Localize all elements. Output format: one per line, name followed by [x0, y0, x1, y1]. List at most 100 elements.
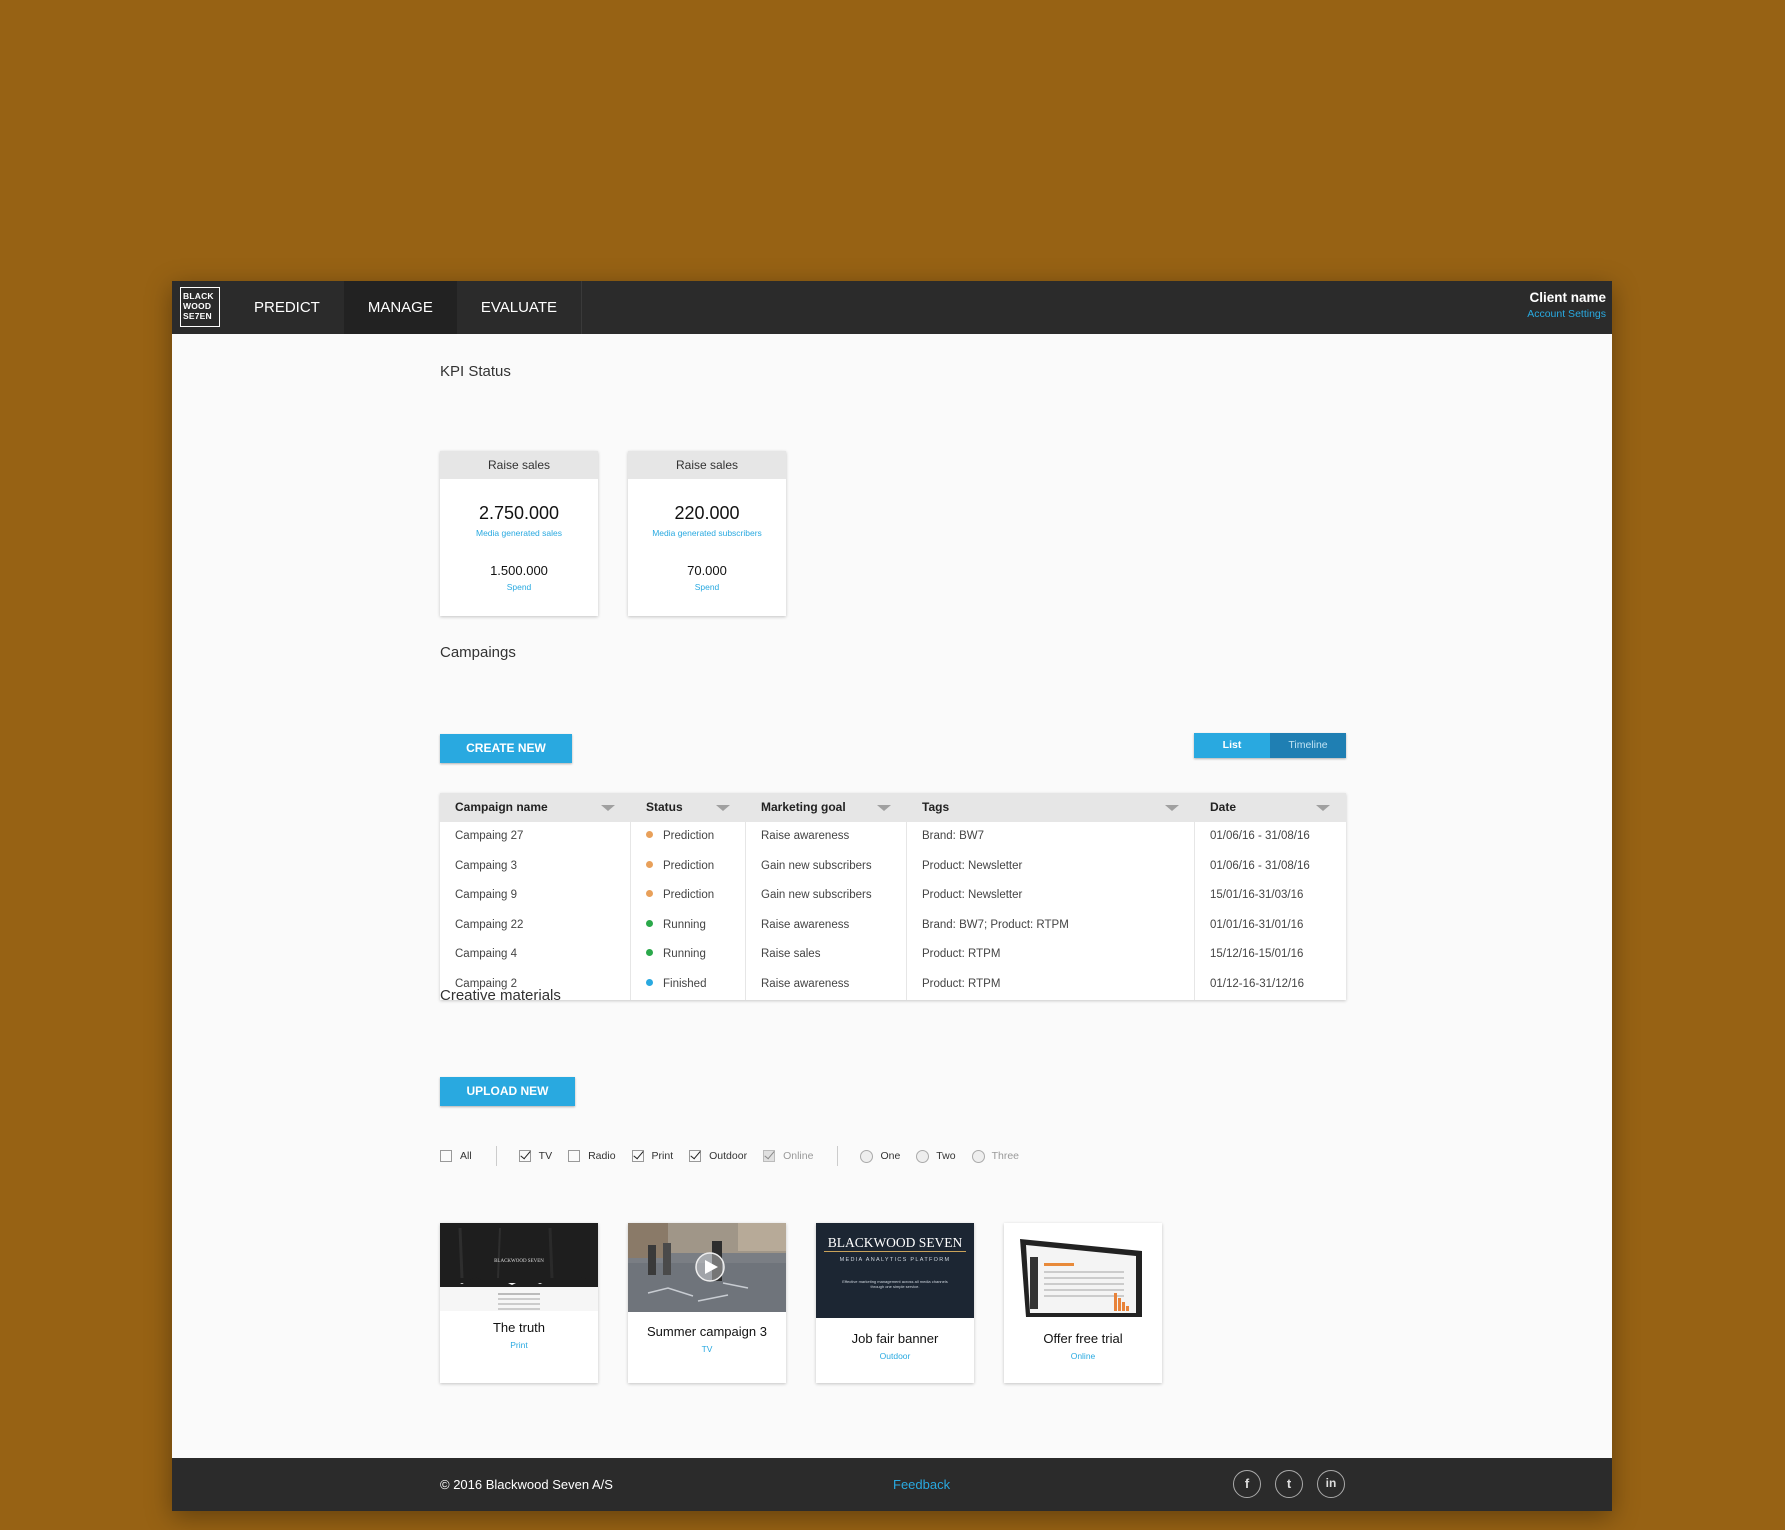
checkbox[interactable]: [631, 1150, 644, 1162]
column-header-tags[interactable]: Tags: [907, 793, 1195, 822]
filter-print[interactable]: Print: [631, 1150, 673, 1162]
sort-caret-icon[interactable]: [1316, 805, 1330, 811]
cell-marketing-goal: Gain new subscribers: [746, 851, 907, 882]
twitter-icon[interactable]: t: [1275, 1470, 1303, 1498]
status-dot-icon: [646, 978, 653, 986]
cell-text: 15/01/16-31/03/16: [1210, 889, 1304, 902]
table-row[interactable]: Campaing 3 Prediction Gain new subscribers…: [440, 851, 1346, 882]
view-toggle: List Timeline: [1194, 733, 1346, 758]
kpi-value-label[interactable]: Media generated subscribers: [628, 528, 786, 538]
sort-caret-icon[interactable]: [716, 805, 730, 811]
nav-evaluate[interactable]: EVALUATE: [457, 281, 582, 334]
column-label: Campaign name: [455, 800, 548, 814]
card-type: Online: [1070, 1351, 1096, 1361]
radio-one[interactable]: One: [860, 1149, 900, 1163]
card-title: Summer campaign 3: [647, 1324, 767, 1339]
kpi-value-label[interactable]: Media generated sales: [440, 528, 598, 538]
column-header-name[interactable]: Campaign name: [440, 793, 631, 822]
logo[interactable]: BLACK WOOD SE7EN: [180, 287, 220, 327]
cell-date: 01/06/16 - 31/08/16: [1195, 852, 1346, 882]
status-dot-icon: [646, 890, 653, 898]
cell-campaign-name: Campaing 27: [440, 822, 631, 852]
nav-predict[interactable]: PREDICT: [230, 281, 344, 334]
filter-tv[interactable]: TV: [518, 1150, 553, 1162]
card-title: The truth: [492, 1320, 546, 1335]
card-thumbnail: BLACKWOOD SEVEN MEDIA ANALYTICS PLATFORM…: [816, 1223, 974, 1318]
checkbox[interactable]: [689, 1150, 702, 1162]
logo-line: SE7EN: [183, 311, 212, 321]
checkbox[interactable]: [568, 1150, 581, 1162]
create-new-button[interactable]: CREATE NEW: [440, 734, 572, 763]
column-label: Marketing goal: [761, 800, 846, 814]
creative-card[interactable]: BLACKWOOD SEVEN The truth Print: [440, 1223, 598, 1383]
cell-text: Campaing 3: [455, 859, 518, 872]
campaigns-table: Campaign name Status Marketing goal Tags…: [440, 793, 1346, 1000]
table-row[interactable]: Campaing 22 Running Raise awareness Brand: …: [440, 910, 1346, 941]
sort-caret-icon[interactable]: [601, 805, 615, 811]
creative-card[interactable]: BLACKWOOD SEVEN MEDIA ANALYTICS PLATFORM…: [816, 1223, 974, 1383]
nav-manage[interactable]: MANAGE: [343, 281, 457, 334]
card-thumbnail: BLACKWOOD SEVEN: [440, 1223, 598, 1311]
cell-marketing-goal: Raise sales: [746, 940, 907, 970]
table-row[interactable]: Campaing 27 Prediction Raise awareness Bran…: [440, 822, 1346, 852]
sort-caret-icon[interactable]: [1165, 805, 1179, 811]
card-title: Offer free trial: [1043, 1331, 1123, 1346]
table-row[interactable]: Campaing 9 Prediction Gain new subscribers…: [440, 881, 1346, 911]
filter-all[interactable]: All: [440, 1150, 472, 1162]
checkbox[interactable]: [440, 1150, 452, 1162]
card-type: Outdoor: [879, 1351, 911, 1361]
radio-two[interactable]: Two: [916, 1149, 956, 1163]
cell-text: Campaing 4: [455, 948, 518, 961]
column-header-date[interactable]: Date: [1195, 793, 1346, 822]
card-type: TV: [701, 1344, 713, 1354]
filter-radio[interactable]: Radio: [568, 1150, 616, 1162]
radio-button[interactable]: [916, 1149, 930, 1163]
kpi-value: 2.750.000: [478, 503, 560, 523]
list-view-button[interactable]: List: [1194, 733, 1270, 758]
radio-three[interactable]: Three: [971, 1149, 1019, 1163]
client-name[interactable]: Client name: [1527, 290, 1606, 305]
cell-text: Product: RTPM: [922, 948, 1001, 961]
cell-status: Running: [631, 910, 746, 941]
upload-new-button[interactable]: UPLOAD NEW: [440, 1077, 575, 1106]
creative-card[interactable]: Summer campaign 3 TV: [628, 1223, 786, 1383]
kpi-spend-label[interactable]: Spend: [628, 582, 786, 592]
cell-text: Gain new subscribers: [761, 859, 872, 872]
radio-button[interactable]: [860, 1149, 874, 1163]
feedback-link[interactable]: Feedback: [893, 1477, 950, 1492]
linkedin-icon[interactable]: in: [1317, 1470, 1345, 1498]
cell-text: Raise sales: [761, 948, 821, 961]
cell-tags: Product: RTPM: [907, 969, 1195, 1000]
column-header-status[interactable]: Status: [631, 793, 746, 822]
cell-text: Product: RTPM: [922, 977, 1001, 990]
radio-button[interactable]: [971, 1149, 985, 1163]
kpi-value: 220.000: [674, 503, 740, 523]
status-dot-icon: [646, 860, 653, 868]
laptop-thumbnail-image: [1020, 1239, 1142, 1317]
app-window: BLACK WOOD SE7EN PREDICT MANAGE EVALUATE…: [172, 281, 1612, 1511]
filter-label: Online: [783, 1150, 814, 1162]
cell-status: Prediction: [631, 881, 746, 911]
kpi-card-head: Raise sales: [440, 451, 598, 479]
cell-text: Prediction: [663, 889, 715, 902]
timeline-view-button[interactable]: Timeline: [1270, 733, 1346, 758]
table-row[interactable]: Campaing 2 Finished Raise awareness Product…: [440, 969, 1346, 1000]
filter-outdoor[interactable]: Outdoor: [689, 1150, 747, 1162]
status-dot-icon: [646, 919, 653, 927]
checkbox[interactable]: [763, 1150, 776, 1162]
creative-card[interactable]: Offer free trial Online: [1004, 1223, 1162, 1383]
campaigns-title: Campaings: [440, 644, 516, 661]
cell-text: Gain new subscribers: [761, 889, 872, 902]
filter-label: TV: [538, 1150, 553, 1162]
filter-online[interactable]: Online: [763, 1150, 813, 1162]
account-settings-link[interactable]: Account Settings: [1527, 308, 1606, 320]
checkbox[interactable]: [518, 1150, 531, 1162]
column-header-goal[interactable]: Marketing goal: [746, 793, 907, 822]
kpi-spend-label[interactable]: Spend: [440, 582, 598, 592]
table-row[interactable]: Campaing 4 Running Raise sales Product: RTP…: [440, 940, 1346, 970]
client-menu: Client name Account Settings: [1527, 290, 1606, 320]
media-filters: All TV Radio Print Outdoor Online One Tw…: [440, 1146, 1035, 1166]
facebook-icon[interactable]: f: [1233, 1470, 1261, 1498]
cell-text: Running: [663, 948, 706, 961]
sort-caret-icon[interactable]: [877, 805, 891, 811]
